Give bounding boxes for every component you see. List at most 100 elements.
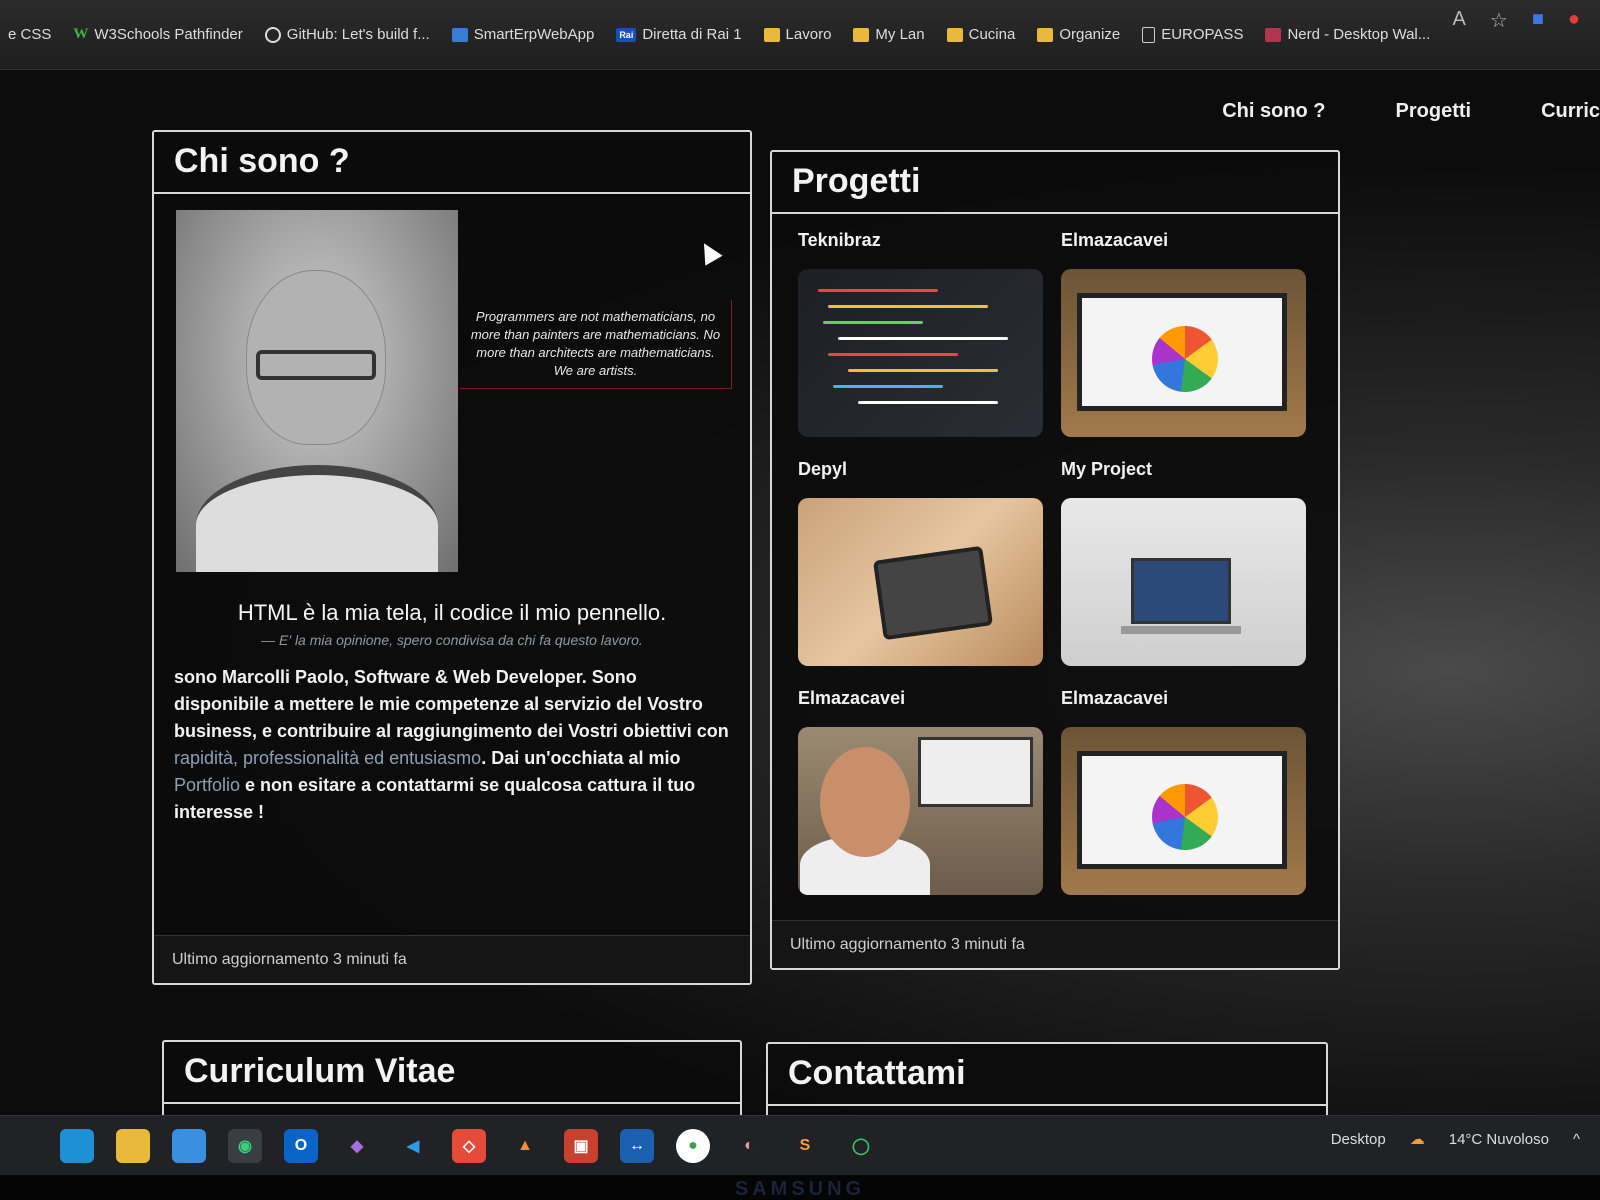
code-line [818, 289, 938, 292]
mouse-cursor-icon [695, 238, 723, 266]
vscode-icon[interactable]: ◀ [396, 1129, 430, 1163]
task-view-icon[interactable] [60, 1128, 94, 1163]
bookmark-label: W3Schools Pathfinder [94, 26, 243, 43]
project-item[interactable]: Elmazacavei [798, 688, 1043, 895]
teamviewer-icon[interactable]: ↔ [620, 1128, 654, 1163]
code-line [848, 369, 998, 372]
project-title: Elmazacavei [798, 688, 906, 708]
project-grid: Teknibraz Elmazacavei Depyl My Project E… [798, 230, 1318, 895]
top-nav: Chi sono ? Progetti Curric [1222, 100, 1600, 123]
paint-icon[interactable]: ◐ [732, 1129, 766, 1163]
pie-chart-graphic [1152, 326, 1218, 392]
folder-icon [946, 27, 963, 42]
project-thumbnail-pie-chart[interactable] [1061, 727, 1306, 895]
file-explorer-icon[interactable] [116, 1128, 150, 1163]
background-screen [918, 737, 1033, 807]
rai-icon: Rai [616, 27, 637, 42]
bio-part: . Dai un'occhiata al mio [481, 748, 681, 768]
person-face [820, 747, 910, 857]
code-line [858, 401, 998, 404]
contattami-title: Contattami [788, 1054, 966, 1092]
bookmark-css[interactable]: e CSS [8, 26, 51, 43]
bookmark-label: Cucina [968, 26, 1016, 43]
laptop-screen [1131, 558, 1231, 624]
project-item[interactable]: My Project [1061, 459, 1306, 666]
profile-icon[interactable]: ● [1568, 8, 1580, 33]
project-item[interactable]: Depyl [798, 459, 1043, 666]
bookmark-label: My Lan [875, 26, 925, 43]
folder-icon [853, 27, 870, 42]
project-thumbnail-tablet[interactable] [798, 498, 1043, 666]
project-title: Elmazacavei [1061, 230, 1169, 250]
project-title: Depyl [798, 459, 848, 479]
bookmark-label: Diretta di Rai 1 [642, 26, 742, 43]
outlook-icon[interactable]: O [284, 1128, 318, 1163]
store-icon[interactable] [172, 1128, 206, 1163]
card-footer: Ultimo aggiornamento 3 minuti fa [154, 935, 750, 983]
weather-cloud-icon: ☁ [1409, 1131, 1425, 1148]
bookmark-label: Nerd - Desktop Wal... [1287, 26, 1431, 43]
mongodb-icon[interactable]: ● [676, 1128, 710, 1163]
portfolio-link[interactable]: Portfolio [174, 775, 240, 795]
visual-studio-icon[interactable]: ◆ [340, 1129, 374, 1163]
nav-curriculum[interactable]: Curric [1541, 100, 1600, 123]
bookmark-nerd[interactable]: Nerd - Desktop Wal... [1265, 26, 1430, 43]
github-icon [264, 26, 281, 43]
project-item[interactable]: Elmazacavei [1061, 230, 1306, 437]
pie-chart-graphic [1152, 784, 1218, 850]
nav-progetti[interactable]: Progetti [1396, 100, 1472, 123]
project-thumbnail-code[interactable] [798, 269, 1043, 437]
monitor-brand: SAMSUNG [734, 1178, 866, 1200]
edge-icon[interactable]: ◉ [228, 1128, 262, 1163]
chevron-up-icon[interactable]: ^ [1573, 1131, 1580, 1148]
project-thumbnail-pie-chart[interactable] [1061, 269, 1306, 437]
curriculum-title: Curriculum Vitae [184, 1052, 456, 1090]
nav-chi-sono[interactable]: Chi sono ? [1222, 100, 1325, 123]
project-title: Elmazacavei [1061, 688, 1169, 708]
tagline-caption: — E' la mia opinione, spero condivisa da… [261, 632, 643, 648]
bookmark-mylan[interactable]: My Lan [853, 26, 925, 43]
bookmark-w3schools[interactable]: W W3Schools Pathfinder [73, 26, 242, 43]
webpage: Chi sono ? Progetti Curric Chi sono ? Pr… [0, 70, 1600, 1162]
browser-actions: A ☆ ■ ● [1453, 8, 1580, 33]
bookmark-organize[interactable]: Organize [1037, 26, 1120, 43]
bio-part: e non esitare a contattarmi se qualcosa … [174, 775, 696, 822]
project-thumbnail-laptop[interactable] [1061, 498, 1306, 666]
sublime-icon[interactable]: S [788, 1129, 822, 1163]
project-thumbnail-selfie[interactable] [798, 727, 1043, 895]
vlc-icon[interactable]: ▲ [508, 1129, 542, 1163]
card-header: Contattami [768, 1044, 1326, 1106]
card-footer: Ultimo aggiornamento 3 minuti fa [772, 920, 1338, 968]
chi-sono-title: Chi sono ? [174, 142, 350, 180]
bookmark-label: EUROPASS [1161, 26, 1244, 43]
bio-highlight: rapidità, professionalità ed entusiasmo [174, 748, 482, 768]
anydesk-icon[interactable]: ◇ [452, 1128, 486, 1163]
desktop-toolbar[interactable]: Desktop [1331, 1131, 1386, 1148]
monitor [1077, 293, 1287, 411]
quote: Programmers are not mathematicians, no m… [460, 300, 732, 389]
project-item[interactable]: Teknibraz [798, 230, 1043, 437]
project-title: My Project [1061, 459, 1153, 479]
presentation-icon[interactable]: ▣ [564, 1128, 598, 1163]
bookmark-cucina[interactable]: Cucina [946, 26, 1016, 43]
whatsapp-icon[interactable]: ◯ [844, 1129, 878, 1163]
code-line [828, 353, 958, 356]
read-aloud-icon[interactable]: A [1453, 8, 1466, 33]
bookmark-rai[interactable]: Rai Diretta di Rai 1 [616, 26, 742, 43]
star-icon[interactable]: ☆ [1490, 8, 1508, 33]
extension-icon[interactable]: ■ [1532, 8, 1544, 33]
bookmark-github[interactable]: GitHub: Let's build f... [264, 26, 430, 43]
bookmark-europass[interactable]: EUROPASS [1142, 26, 1243, 43]
project-item[interactable]: Elmazacavei [1061, 688, 1306, 895]
progetti-title: Progetti [792, 162, 921, 200]
doc-icon [1142, 26, 1156, 43]
code-line [838, 337, 1008, 340]
tablet-graphic [872, 545, 994, 641]
photo-glasses [256, 350, 376, 380]
bookmark-label: Lavoro [785, 26, 832, 43]
bookmark-smarterp[interactable]: SmartErpWebApp [451, 26, 594, 43]
weather-text[interactable]: 14°C Nuvoloso [1449, 1131, 1549, 1148]
bookmark-lavoro[interactable]: Lavoro [763, 26, 832, 43]
code-line [828, 305, 988, 308]
bookmark-label: Organize [1059, 26, 1121, 43]
